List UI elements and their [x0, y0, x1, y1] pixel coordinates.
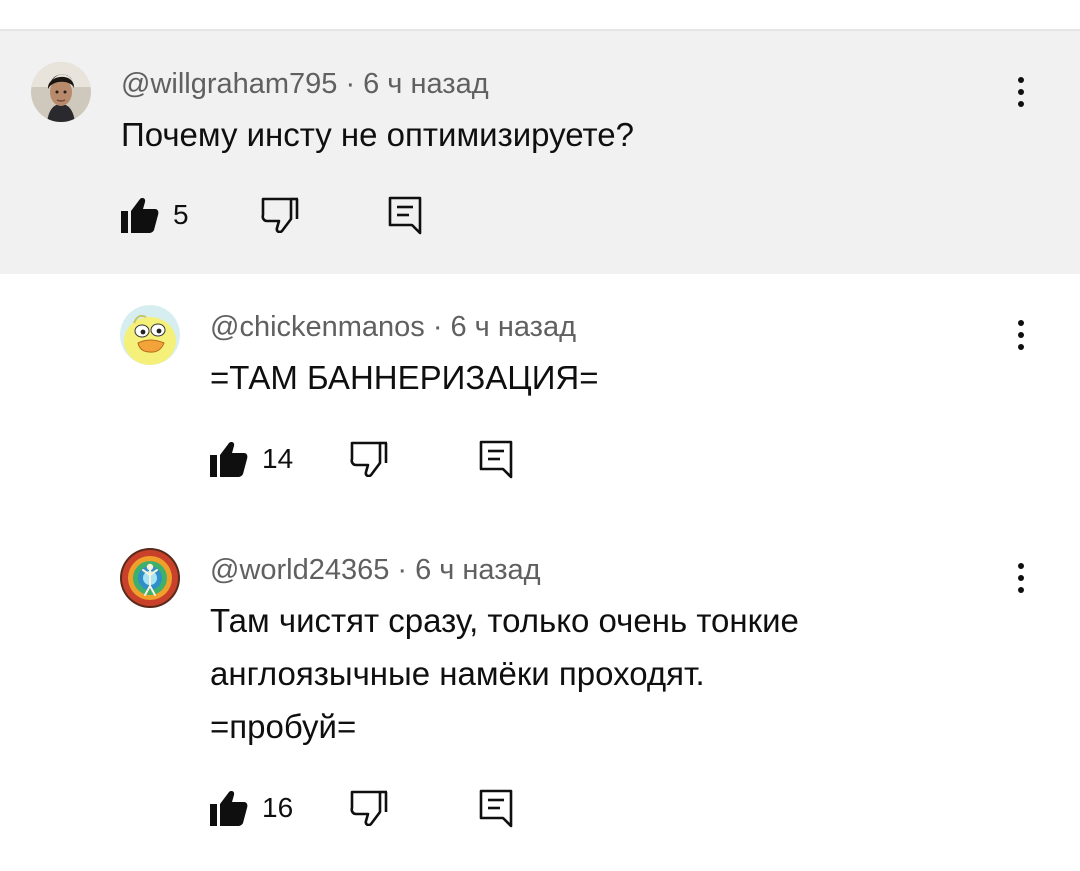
- meta-separator: ·: [432, 311, 443, 343]
- more-vertical-icon-dot: [1018, 575, 1024, 581]
- meta-separator: ·: [345, 68, 356, 100]
- reply-button[interactable]: [478, 437, 514, 481]
- comment-menu-button[interactable]: [1001, 548, 1041, 608]
- comment-actions: 16: [210, 786, 630, 830]
- more-vertical-icon: [1018, 320, 1024, 326]
- reply-button[interactable]: [478, 786, 514, 830]
- dislike-button[interactable]: [350, 786, 388, 830]
- more-vertical-icon-dot: [1018, 344, 1024, 350]
- more-vertical-icon-dot: [1018, 332, 1024, 338]
- portrait-avatar-icon: [31, 62, 91, 122]
- comments-page: @willgraham795 · 6 ч назад Почему инсту не…: [0, 0, 1080, 871]
- comment-time[interactable]: 6 ч назад: [415, 554, 541, 586]
- more-vertical-icon-dot: [1018, 89, 1024, 95]
- like-button[interactable]: 14: [210, 437, 293, 481]
- avatar[interactable]: [120, 305, 180, 365]
- dislike-button[interactable]: [261, 193, 299, 237]
- reply-comment-icon: [388, 196, 422, 235]
- comment-meta: @world24365 · 6 ч назад: [210, 552, 541, 588]
- reply-comment-icon: [479, 440, 513, 479]
- yellow-duck-avatar-icon: [120, 305, 180, 365]
- like-button[interactable]: 16: [210, 786, 293, 830]
- more-vertical-icon: [1018, 77, 1024, 83]
- reply-button[interactable]: [387, 193, 423, 237]
- comment-text: Почему инсту не оптимизируете?: [121, 116, 634, 153]
- comment-time[interactable]: 6 ч назад: [363, 68, 489, 100]
- meta-separator: ·: [397, 554, 408, 586]
- avatar[interactable]: [120, 548, 180, 608]
- thumbs-up-filled-icon: [210, 442, 248, 477]
- comment-item: @willgraham795 · 6 ч назад Почему инсту не…: [0, 0, 1080, 274]
- comment-item: @chickenmanos · 6 ч назад =ТАМ БАННЕРИЗАЦИ…: [0, 274, 1080, 517]
- like-button[interactable]: 5: [121, 193, 189, 237]
- comment-username[interactable]: @willgraham795: [121, 68, 337, 100]
- thumbs-down-outline-icon: [350, 441, 388, 477]
- like-count: 5: [173, 199, 189, 230]
- thumbs-up-filled-icon: [121, 198, 159, 233]
- more-vertical-icon-dot: [1018, 101, 1024, 107]
- comment-text: =ТАМ БАННЕРИЗАЦИЯ=: [210, 359, 599, 396]
- comment-meta: @chickenmanos · 6 ч назад: [210, 309, 576, 345]
- comment-time[interactable]: 6 ч назад: [450, 311, 576, 343]
- psychedelic-figure-avatar-icon: [120, 548, 180, 608]
- comment-item: @world24365 · 6 ч назад Там чистят сразу, …: [0, 517, 1080, 871]
- comment-menu-button[interactable]: [1001, 62, 1041, 122]
- reply-comment-icon: [479, 789, 513, 828]
- like-count: 16: [262, 792, 294, 823]
- more-vertical-icon: [1018, 563, 1024, 569]
- avatar[interactable]: [31, 62, 91, 122]
- comment-menu-button[interactable]: [1001, 305, 1041, 365]
- dislike-button[interactable]: [350, 437, 388, 481]
- comment-username[interactable]: @chickenmanos: [210, 311, 425, 343]
- comment-actions: 14: [210, 437, 630, 481]
- thumbs-down-outline-icon: [350, 790, 388, 826]
- comment-text: Там чистят сразу, только очень тонкие ан…: [210, 602, 799, 745]
- thumbs-up-filled-icon: [210, 791, 248, 826]
- comment-username[interactable]: @world24365: [210, 554, 389, 586]
- like-count: 14: [262, 443, 294, 474]
- thumbs-down-outline-icon: [261, 197, 299, 233]
- comment-meta: @willgraham795 · 6 ч назад: [121, 66, 489, 102]
- comment-actions: 5: [121, 193, 541, 237]
- more-vertical-icon-dot: [1018, 587, 1024, 593]
